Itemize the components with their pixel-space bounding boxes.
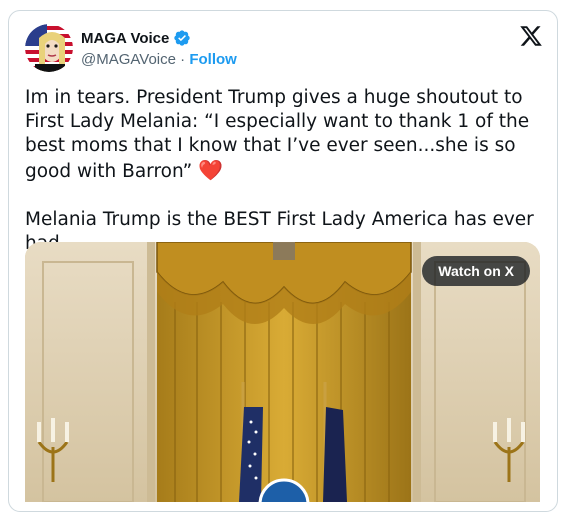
follow-button[interactable]: Follow [189,51,237,68]
avatar[interactable] [25,24,73,72]
author-handle[interactable]: @MAGAVoice [81,51,176,68]
author-name[interactable]: MAGA Voice [81,30,169,47]
tweet-text: Im in tears. President Trump gives a hug… [25,86,545,256]
tweet-paragraph-1: Im in tears. President Trump gives a hug… [25,87,530,182]
watch-on-x-button[interactable]: Watch on X [422,256,530,286]
x-logo-icon[interactable] [519,24,543,48]
tweet-paragraph: Im in tears. President Trump gives a hug… [25,86,545,184]
separator: · [180,51,186,68]
tweet-card[interactable]: MAGA Voice @MAGAVoice · Follow Im in tea… [8,10,558,512]
video-thumbnail[interactable]: Watch on X [25,242,540,502]
heart-emoji-icon: ❤️ [198,158,224,182]
verified-badge-icon [174,30,191,46]
